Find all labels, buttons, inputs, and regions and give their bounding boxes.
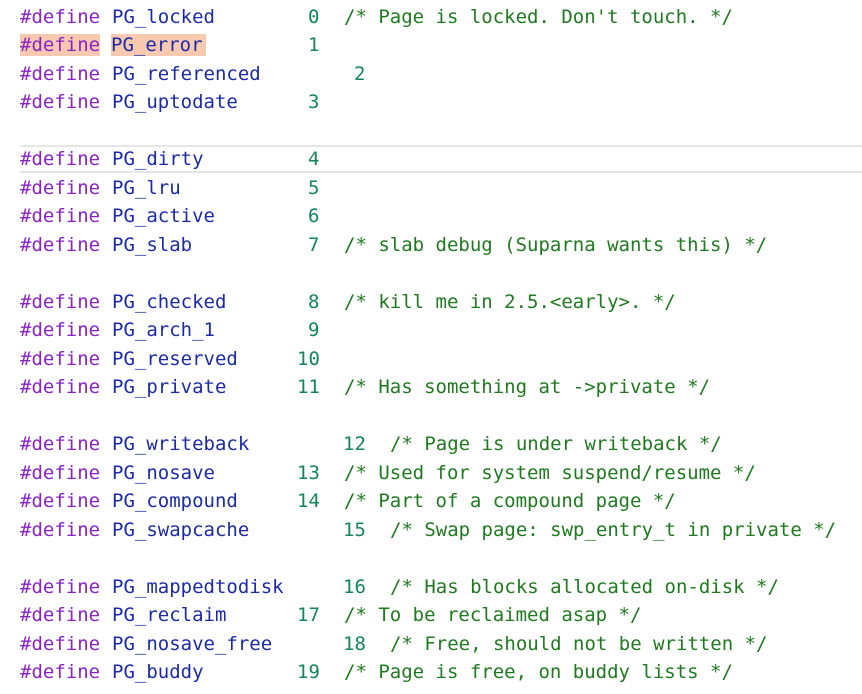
code-line[interactable]: #define PG_slab 7 /* slab debug (Suparna… xyxy=(0,231,862,259)
define-keyword: #define xyxy=(20,91,101,113)
define-keyword: #define xyxy=(20,177,101,199)
macro-value: 19 xyxy=(297,661,320,683)
define-keyword: #define xyxy=(20,633,101,655)
macro-name: PG_nosave xyxy=(112,462,215,484)
macro-value: 6 xyxy=(308,205,320,227)
macro-name: PG_reclaim xyxy=(112,604,227,626)
define-keyword: #define xyxy=(20,205,101,227)
code-editor[interactable]: #define PG_locked 0 /* Page is locked. D… xyxy=(0,0,862,694)
code-line[interactable]: #define PG_reserved 10 xyxy=(0,345,862,373)
macro-name: PG_slab xyxy=(112,234,193,256)
macro-value: 3 xyxy=(308,91,320,113)
code-comment: /* Has something at ->private */ xyxy=(344,376,711,398)
macro-value: 7 xyxy=(308,234,320,256)
macro-name: PG_lru xyxy=(112,177,181,199)
define-keyword: #define xyxy=(20,433,101,455)
macro-name: PG_uptodate xyxy=(112,91,238,113)
code-comment: /* Part of a compound page */ xyxy=(344,490,676,512)
macro-name: PG_active xyxy=(112,205,215,227)
define-keyword: #define xyxy=(20,148,101,170)
macro-name: PG_dirty xyxy=(112,148,204,170)
macro-name: PG_compound xyxy=(112,490,238,512)
define-keyword: #define xyxy=(20,661,101,683)
macro-value: 2 xyxy=(354,63,366,85)
define-keyword: #define xyxy=(20,376,101,398)
code-line[interactable]: #define PG_writeback 12 /* Page is under… xyxy=(0,430,862,458)
macro-value: 14 xyxy=(297,490,320,512)
macro-value: 5 xyxy=(308,177,320,199)
code-comment: /* Page is free, on buddy lists */ xyxy=(344,661,733,683)
define-keyword: #define xyxy=(20,348,101,370)
code-comment: /* Page is locked. Don't touch. */ xyxy=(344,6,733,28)
define-keyword: #define xyxy=(20,462,101,484)
macro-value: 1 xyxy=(308,34,320,56)
code-line[interactable]: #define PG_error 1 xyxy=(0,31,862,59)
macro-name: PG_arch_1 xyxy=(112,319,215,341)
macro-name: PG_reserved xyxy=(112,348,238,370)
define-keyword: #define xyxy=(20,490,101,512)
macro-value: 4 xyxy=(308,148,320,170)
code-comment: /* Used for system suspend/resume */ xyxy=(344,462,756,484)
define-keyword: #define xyxy=(20,519,101,541)
code-line[interactable]: #define PG_reclaim 17 /* To be reclaimed… xyxy=(0,601,862,629)
code-line[interactable]: #define PG_active 6 xyxy=(0,202,862,230)
code-comment: /* Free, should not be written */ xyxy=(390,633,768,655)
macro-value: 11 xyxy=(297,376,320,398)
macro-name: PG_locked xyxy=(112,6,215,28)
macro-name: PG_private xyxy=(112,376,227,398)
define-keyword: #define xyxy=(20,234,101,256)
macro-value: 9 xyxy=(308,319,320,341)
code-line[interactable]: #define PG_uptodate 3 xyxy=(0,88,862,116)
macro-value: 10 xyxy=(297,348,320,370)
macro-value: 0 xyxy=(308,6,320,28)
macro-value: 17 xyxy=(297,604,320,626)
code-line[interactable]: #define PG_mappedtodisk 16 /* Has blocks… xyxy=(0,573,862,601)
code-line[interactable]: #define PG_locked 0 /* Page is locked. D… xyxy=(0,3,862,31)
define-keyword: #define xyxy=(20,34,101,56)
define-keyword: #define xyxy=(20,6,101,28)
define-keyword: #define xyxy=(20,63,101,85)
code-comment: /* To be reclaimed asap */ xyxy=(344,604,642,626)
code-comment: /* Swap page: swp_entry_t in private */ xyxy=(390,519,837,541)
code-comment: /* slab debug (Suparna wants this) */ xyxy=(344,234,768,256)
macro-name: PG_swapcache xyxy=(112,519,250,541)
macro-name: PG_checked xyxy=(112,291,227,313)
code-line[interactable]: #define PG_checked 8 /* kill me in 2.5.<… xyxy=(0,288,862,316)
code-line[interactable]: #define PG_arch_1 9 xyxy=(0,316,862,344)
macro-name: PG_writeback xyxy=(112,433,250,455)
code-line[interactable]: #define PG_referenced 2 xyxy=(0,60,862,88)
code-line[interactable]: #define PG_nosave_free 18 /* Free, shoul… xyxy=(0,630,862,658)
macro-value: 13 xyxy=(297,462,320,484)
code-line[interactable]: #define PG_compound 14 /* Part of a comp… xyxy=(0,487,862,515)
define-keyword: #define xyxy=(20,291,101,313)
code-comment: /* Has blocks allocated on-disk */ xyxy=(390,576,779,598)
code-line[interactable]: #define PG_buddy 19 /* Page is free, on … xyxy=(0,658,862,686)
define-keyword: #define xyxy=(20,576,101,598)
code-line[interactable]: #define PG_lru 5 xyxy=(0,174,862,202)
code-comment: /* kill me in 2.5.<early>. */ xyxy=(344,291,676,313)
macro-value: 8 xyxy=(308,291,320,313)
macro-name: PG_nosave_free xyxy=(112,633,273,655)
code-comment: /* Page is under writeback */ xyxy=(390,433,722,455)
macro-value: 15 xyxy=(343,519,366,541)
macro-name: PG_mappedtodisk xyxy=(112,576,284,598)
macro-name: PG_error xyxy=(111,34,206,56)
define-keyword: #define xyxy=(20,604,101,626)
code-line[interactable]: #define PG_swapcache 15 /* Swap page: sw… xyxy=(0,516,862,544)
macro-name: PG_referenced xyxy=(112,63,261,85)
macro-value: 16 xyxy=(343,576,366,598)
define-keyword: #define xyxy=(20,319,101,341)
macro-value: 12 xyxy=(343,433,366,455)
macro-name: PG_buddy xyxy=(112,661,204,683)
code-line[interactable]: #define PG_nosave 13 /* Used for system … xyxy=(0,459,862,487)
code-line[interactable]: #define PG_dirty 4 xyxy=(0,145,862,173)
macro-value: 18 xyxy=(343,633,366,655)
code-line[interactable]: #define PG_private 11 /* Has something a… xyxy=(0,373,862,401)
